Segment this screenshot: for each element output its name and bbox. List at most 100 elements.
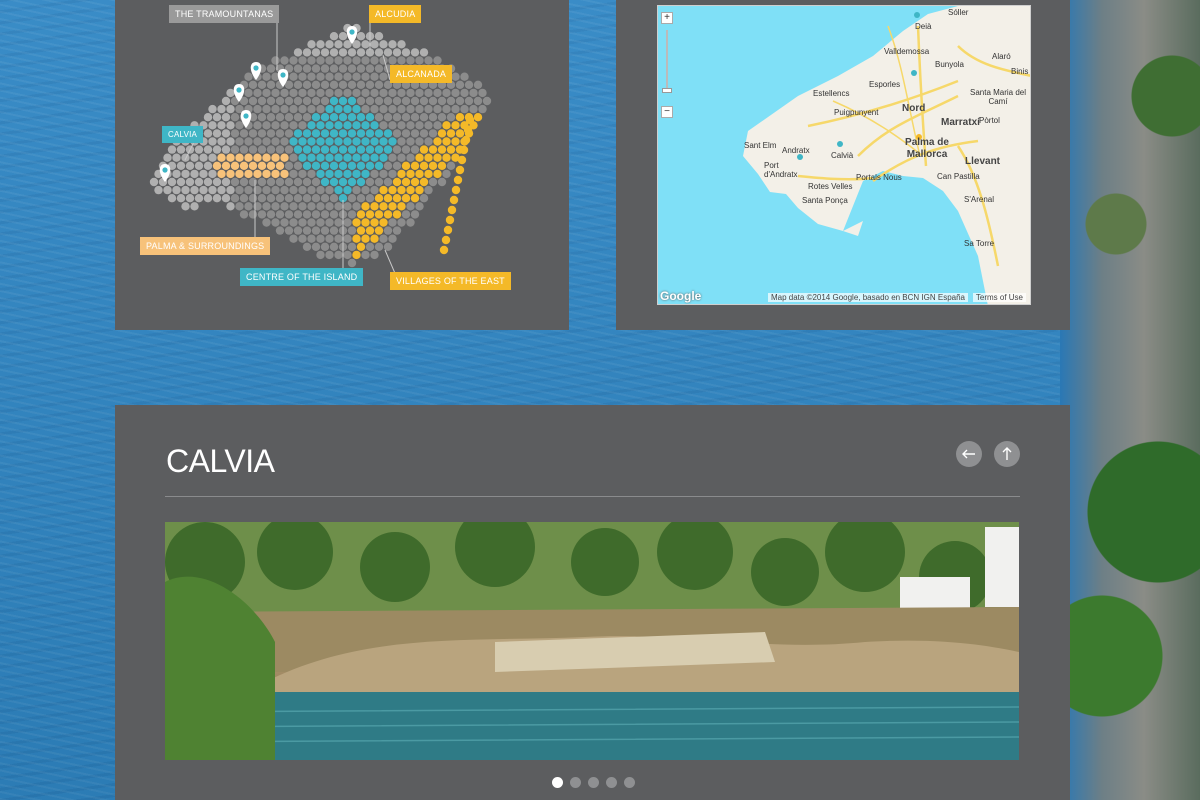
hex-cell	[284, 210, 294, 219]
hex-cell	[329, 113, 339, 122]
hex-cell	[428, 96, 438, 106]
map-place-deia: Deià	[915, 22, 932, 31]
region-label-tramountanas[interactable]: THE TRAMOUNTANAS	[169, 5, 280, 23]
region-label-villages-east[interactable]: VILLAGES OF THE EAST	[390, 272, 511, 290]
hex-cell	[320, 226, 330, 235]
hex-cell	[262, 202, 271, 211]
hex-cell	[235, 185, 244, 195]
hex-cell	[293, 210, 303, 219]
title-divider	[165, 496, 1020, 497]
slide-dot-4[interactable]	[606, 777, 617, 788]
hex-cell	[275, 177, 285, 187]
region-label-alcanada[interactable]: ALCANADA	[390, 65, 453, 83]
hex-cell	[460, 104, 469, 114]
hex-cell	[235, 202, 244, 211]
hex-cell	[194, 145, 204, 154]
hex-cell	[253, 153, 262, 162]
hex-cell	[397, 185, 406, 195]
hex-cell	[334, 218, 343, 227]
region-label-centre[interactable]: CENTRE OF THE ISLAND	[240, 268, 364, 286]
hex-cell	[194, 194, 204, 203]
arrow-left-icon	[962, 449, 975, 459]
hex-cell	[316, 72, 325, 81]
hex-cell	[244, 153, 253, 162]
hex-cell	[316, 169, 325, 179]
hex-cell	[406, 137, 415, 146]
hex-cell	[453, 175, 463, 185]
hex-cell	[455, 165, 465, 175]
hex-cell	[437, 96, 447, 106]
hex-cell	[221, 96, 231, 106]
map-zoom-out-button[interactable]: −	[661, 106, 673, 118]
gallery-slide-image[interactable]	[165, 522, 1019, 760]
map-place-calvia: Calvià	[831, 151, 854, 160]
hex-cell	[289, 185, 298, 195]
region-label-alcudia[interactable]: ALCUDIA	[369, 5, 422, 23]
hex-cell	[397, 40, 406, 49]
hex-cell	[401, 48, 411, 57]
map-zoom-track[interactable]	[666, 30, 668, 92]
hex-cell	[203, 113, 213, 122]
hex-cell	[316, 56, 325, 65]
hex-cell	[176, 161, 186, 170]
hex-cell	[397, 137, 406, 146]
hex-cell	[212, 194, 222, 203]
hex-cell	[271, 169, 280, 179]
hex-cell	[347, 80, 357, 90]
slide-dot-2[interactable]	[570, 777, 581, 788]
hex-cell	[433, 104, 442, 114]
hex-cell	[419, 145, 429, 154]
hex-cell	[410, 194, 420, 203]
hex-cell	[307, 88, 316, 98]
map-zoom-slider-handle[interactable]	[662, 88, 672, 93]
hex-cell	[419, 96, 429, 106]
google-logo[interactable]: Google	[660, 289, 701, 303]
hex-cell	[266, 80, 276, 90]
hex-cell	[329, 161, 339, 170]
slide-dot-1[interactable]	[552, 777, 563, 788]
hex-cell	[356, 113, 366, 122]
slide-dot-3[interactable]	[588, 777, 599, 788]
hex-cell	[221, 113, 231, 122]
hex-cell	[383, 96, 393, 106]
hex-cell	[352, 153, 361, 162]
hex-cell	[266, 129, 276, 138]
hex-cell	[325, 137, 334, 146]
map-place-can-pastilla: Can Pastilla	[937, 172, 980, 181]
hex-cell	[437, 145, 447, 154]
map-terms-link[interactable]: Terms of Use	[972, 293, 1026, 302]
hex-cell	[185, 177, 195, 187]
scroll-top-button[interactable]	[994, 441, 1020, 467]
map-zoom-in-button[interactable]: +	[661, 12, 673, 24]
hex-cell	[271, 185, 280, 195]
hex-cell	[415, 56, 424, 65]
slide-dot-5[interactable]	[624, 777, 635, 788]
hex-cell	[397, 202, 406, 211]
hex-cell	[320, 129, 330, 138]
hex-cell	[401, 129, 411, 138]
hex-cell	[370, 234, 379, 243]
hex-cell	[316, 40, 325, 49]
hex-cell	[401, 161, 411, 170]
hex-cell	[217, 169, 226, 179]
hex-cell	[379, 88, 388, 98]
hex-cell	[262, 153, 271, 162]
back-button[interactable]	[956, 441, 982, 467]
hex-cell	[361, 185, 370, 195]
region-label-palma[interactable]: PALMA & SURROUNDINGS	[140, 237, 271, 255]
hex-cell	[410, 177, 420, 187]
hex-cell	[271, 56, 280, 65]
hex-cell	[388, 218, 397, 227]
hex-cell	[298, 121, 307, 130]
google-map[interactable]: Sóller Deià Valldemossa Alaró Bunyola Bi…	[657, 5, 1031, 305]
hex-cell	[347, 96, 357, 106]
hex-cell	[298, 72, 307, 81]
hex-cell	[266, 113, 276, 122]
region-label-calvia[interactable]: CALVIA	[162, 126, 204, 143]
region-gallery-panel: CALVIA	[115, 405, 1070, 800]
hex-cell	[428, 177, 438, 187]
hex-cell	[293, 96, 303, 106]
hex-cell	[208, 169, 217, 179]
hex-cell	[397, 104, 406, 114]
hex-cell	[320, 145, 330, 154]
